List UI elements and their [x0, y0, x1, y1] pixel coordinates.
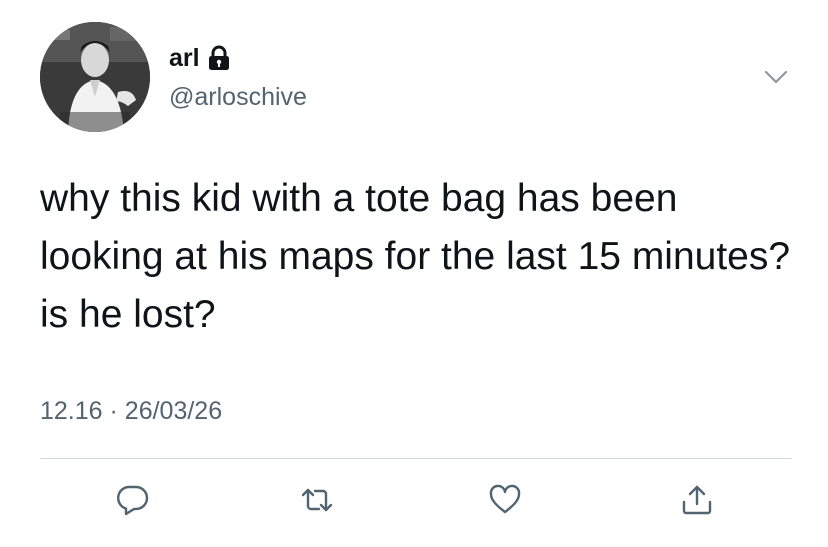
- retweet-icon: [301, 488, 333, 512]
- like-icon: [489, 484, 521, 514]
- tweet-text: why this kid with a tote bag has been lo…: [40, 177, 791, 336]
- divider: [40, 458, 792, 459]
- timestamp[interactable]: 12.16 · 26/03/26: [40, 396, 222, 426]
- share-button[interactable]: [677, 480, 717, 520]
- avatar[interactable]: [40, 22, 150, 132]
- like-button[interactable]: [485, 480, 525, 520]
- tweet-time: 12.16: [40, 397, 103, 425]
- profile-photo: [40, 22, 150, 132]
- chevron-down-icon[interactable]: [763, 66, 789, 88]
- share-icon: [682, 485, 712, 515]
- tweet-date: 26/03/26: [124, 397, 223, 425]
- display-name[interactable]: arl: [169, 43, 200, 73]
- handle[interactable]: @arloschive: [169, 82, 307, 112]
- display-name-row[interactable]: arl: [169, 43, 230, 73]
- retweet-button[interactable]: [297, 480, 337, 520]
- reply-button[interactable]: [113, 480, 153, 520]
- reply-icon: [117, 485, 149, 516]
- lock-icon: [208, 45, 230, 71]
- timestamp-separator: ·: [109, 397, 118, 425]
